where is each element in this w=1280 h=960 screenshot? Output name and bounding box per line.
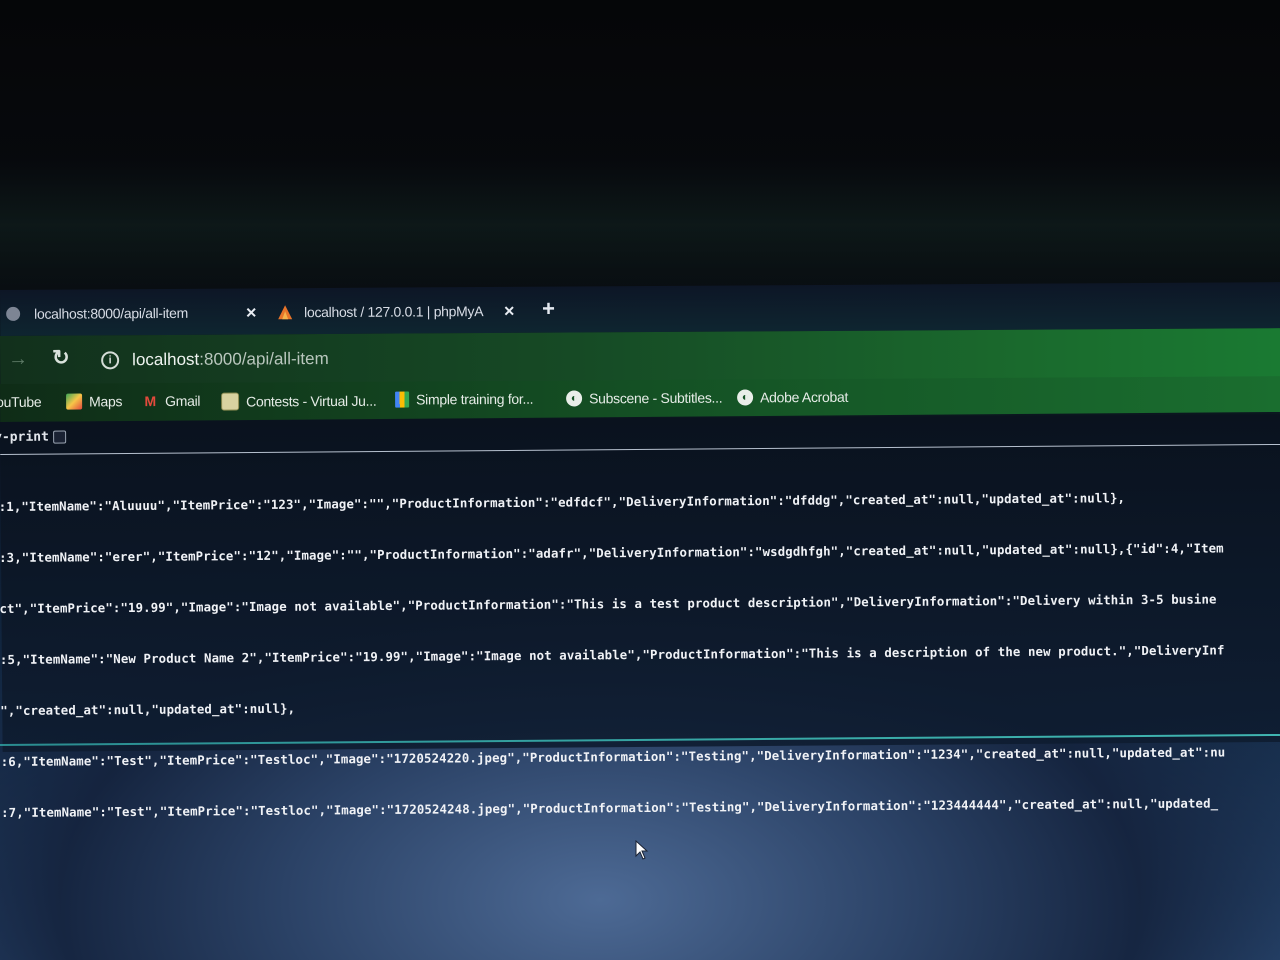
bookmark-label: Contests - Virtual Ju...	[246, 392, 377, 410]
tab-strip: localhost:8000/api/all-item × localhost …	[0, 282, 1280, 336]
photo-of-screen: localhost:8000/api/all-item × localhost …	[0, 0, 1280, 960]
json-response: :1,"ItemName":"Aluuuu","ItemPrice":"123"…	[0, 454, 1226, 855]
new-tab-button[interactable]: +	[542, 296, 555, 322]
bookmark-contests[interactable]: Contests - Virtual Ju...	[221, 392, 376, 411]
globe-icon: ◐	[737, 389, 754, 406]
tab-phpmyadmin[interactable]: localhost / 127.0.0.1 | phpMyA ×	[276, 295, 526, 329]
globe-icon	[6, 306, 21, 321]
url-host: localhost	[132, 349, 200, 370]
phpmyadmin-icon	[276, 304, 294, 320]
bookmark-label: Gmail	[165, 392, 201, 409]
bookmark-youtube[interactable]: ouTube	[0, 394, 41, 410]
bookmark-label: ouTube	[0, 393, 42, 411]
forward-arrow-icon[interactable]: →	[8, 348, 28, 371]
json-line: ","created_at":null,"updated_at":null},	[0, 700, 296, 719]
json-viewer-page: y-print :1,"ItemName":"Aluuuu","ItemPric…	[0, 411, 1280, 820]
chart-icon	[395, 391, 410, 408]
tab-title: localhost:8000/api/all-item	[34, 304, 188, 322]
pretty-print-checkbox[interactable]	[52, 430, 66, 444]
bookmark-adobe-acrobat[interactable]: ◐ Adobe Acrobat	[737, 389, 848, 406]
url-path: :8000/api/all-item	[199, 348, 329, 369]
json-line: :3,"ItemName":"erer","ItemPrice":"12","I…	[0, 540, 1224, 566]
tab-all-item[interactable]: localhost:8000/api/all-item ×	[6, 296, 268, 330]
contests-icon	[221, 392, 240, 411]
json-line: :6,"ItemName":"Test","ItemPrice":"Testlo…	[0, 744, 1226, 770]
gmail-icon: M	[144, 393, 156, 410]
bookmark-simple-training[interactable]: Simple training for...	[395, 391, 533, 408]
globe-icon: ◐	[566, 390, 583, 407]
maps-icon	[66, 393, 83, 410]
bookmark-label: Subscene - Subtitles...	[589, 389, 723, 407]
pretty-print-label: y-print	[0, 429, 49, 446]
divider	[0, 443, 1280, 455]
close-icon[interactable]: ×	[246, 302, 256, 323]
site-info-icon[interactable]: i	[101, 351, 120, 370]
tab-title: localhost / 127.0.0.1 | phpMyA	[304, 303, 484, 321]
close-icon[interactable]: ×	[504, 301, 514, 322]
bookmark-label: Maps	[89, 393, 123, 410]
json-line: :5,"ItemName":"New Product Name 2","Item…	[0, 642, 1225, 668]
reload-icon[interactable]: ↻	[52, 346, 70, 371]
bookmark-label: Simple training for...	[416, 390, 534, 408]
pretty-print-toggle[interactable]: y-print	[0, 429, 66, 445]
json-line: :7,"ItemName":"Test","ItemPrice":"Testlo…	[1, 795, 1219, 821]
json-line: ct","ItemPrice":"19.99","Image":"Image n…	[0, 591, 1217, 617]
bookmark-gmail[interactable]: M Gmail	[142, 393, 200, 409]
bookmark-maps[interactable]: Maps	[66, 393, 123, 410]
bezel-glare	[0, 160, 1280, 290]
url-field[interactable]: localhost:8000/api/all-item	[132, 349, 329, 370]
bookmark-label: Adobe Acrobat	[760, 388, 849, 406]
json-line: :1,"ItemName":"Aluuuu","ItemPrice":"123"…	[0, 490, 1126, 515]
bookmark-subscene[interactable]: ◐ Subscene - Subtitles...	[566, 390, 722, 407]
mouse-pointer-icon	[635, 839, 649, 865]
